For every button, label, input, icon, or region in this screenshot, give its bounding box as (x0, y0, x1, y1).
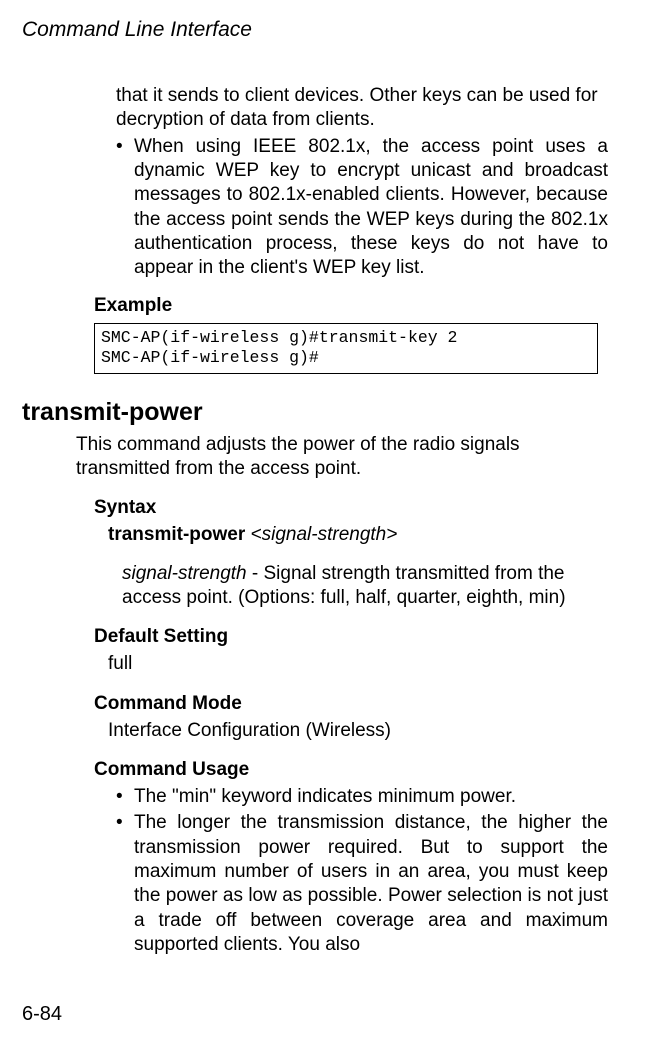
bullet-text: The "min" keyword indicates minimum powe… (134, 785, 608, 809)
syntax-argument: <signal-strength> (251, 524, 398, 545)
bullet-dot-icon: • (116, 785, 134, 809)
bullet-item: • The longer the transmission distance, … (116, 811, 608, 957)
continuation-text: that it sends to client devices. Other k… (116, 84, 608, 133)
bullet-dot-icon: • (116, 135, 134, 281)
bullet-text: When using IEEE 802.1x, the access point… (134, 135, 608, 281)
bullet-item: • When using IEEE 802.1x, the access poi… (116, 135, 608, 281)
default-setting-value: full (108, 652, 618, 676)
syntax-line: transmit-power <signal-strength> (108, 523, 608, 547)
syntax-parameter: signal-strength - Signal strength transm… (122, 562, 608, 611)
syntax-label: Syntax (94, 497, 618, 519)
example-label: Example (94, 295, 618, 317)
command-mode-value: Interface Configuration (Wireless) (108, 719, 618, 743)
running-header: Command Line Interface (22, 18, 618, 42)
page-container: Command Line Interface that it sends to … (0, 0, 658, 1052)
bullet-text: The longer the transmission distance, th… (134, 811, 608, 957)
command-heading: transmit-power (22, 398, 618, 427)
command-usage-label: Command Usage (94, 759, 618, 781)
syntax-command-name: transmit-power (108, 524, 245, 545)
param-name: signal-strength (122, 563, 247, 584)
bullet-item: • The "min" keyword indicates minimum po… (116, 785, 608, 809)
page-number: 6-84 (22, 1003, 62, 1026)
command-description: This command adjusts the power of the ra… (76, 433, 608, 482)
bullet-dot-icon: • (116, 811, 134, 957)
example-code-block: SMC-AP(if-wireless g)#transmit-key 2 SMC… (94, 323, 598, 374)
command-mode-label: Command Mode (94, 693, 618, 715)
default-setting-label: Default Setting (94, 626, 618, 648)
